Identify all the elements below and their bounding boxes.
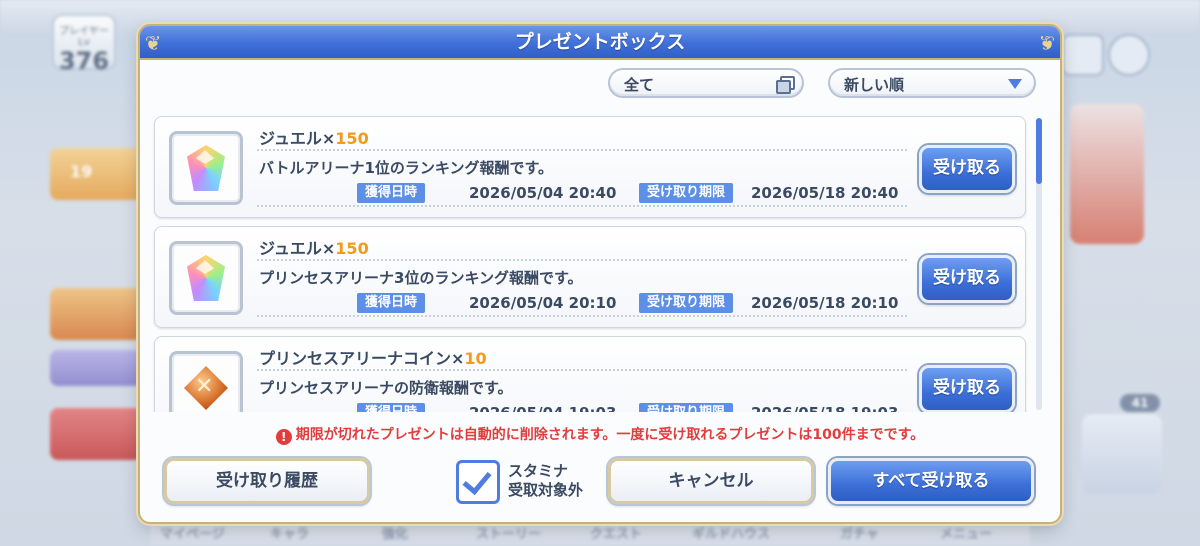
expiry-date-label: 受け取り期限 <box>639 293 734 313</box>
present-item-title: ジュエル×150 <box>259 235 369 259</box>
stamina-checkbox[interactable] <box>456 460 500 504</box>
filter-select-label: 全て <box>624 76 655 94</box>
claim-button[interactable]: 受け取る <box>919 145 1015 193</box>
present-item-quantity: 150 <box>335 129 369 148</box>
acquired-date-label: 獲得日時 <box>357 293 426 313</box>
background-right-column: 41 <box>1062 24 1192 524</box>
background-banner-2 <box>50 288 142 340</box>
sort-select-label: 新しい順 <box>844 76 905 94</box>
princess-arena-coin-icon: ✕ <box>169 351 243 412</box>
sort-select[interactable]: 新しい順 <box>828 68 1036 98</box>
present-item-description: プリンセスアリーナの防衛報酬です。 <box>259 379 513 397</box>
nav-guildhouse: ギルドハウス <box>692 527 771 542</box>
stamina-label-line1: スタミナ <box>508 462 569 480</box>
present-item-quantity: 150 <box>335 239 369 258</box>
present-item-title: プリンセスアリーナコイン×10 <box>259 345 487 369</box>
background-banner-3 <box>50 408 142 460</box>
divider <box>257 315 907 317</box>
present-item: ジュエル×150 バトルアリーナ1位のランキング報酬です。 獲得日時 2026/… <box>154 116 1026 218</box>
player-level-label: プレイヤーLv <box>59 26 109 48</box>
filter-select[interactable]: 全て <box>608 68 804 98</box>
nav-story: ストーリー <box>476 527 542 542</box>
divider <box>257 369 907 371</box>
jewel-icon <box>169 131 243 205</box>
nav-enhance: 強化 <box>382 527 409 542</box>
nav-menu: メニュー <box>940 527 993 542</box>
present-item: ✕ プリンセスアリーナコイン×10 プリンセスアリーナの防衛報酬です。 獲得日時… <box>154 336 1026 412</box>
history-button[interactable]: 受け取り履歴 <box>164 458 370 504</box>
present-item-name: ジュエル× <box>259 129 336 148</box>
expiry-date-value: 2026/05/18 20:10 <box>751 294 899 312</box>
expiry-date-label: 受け取り期限 <box>639 403 734 412</box>
acquired-date-label: 獲得日時 <box>357 403 426 412</box>
present-item-quantity: 10 <box>464 349 487 368</box>
present-list[interactable]: ジュエル×150 バトルアリーナ1位のランキング報酬です。 獲得日時 2026/… <box>152 112 1030 412</box>
expiry-date-value: 2026/05/18 20:40 <box>751 184 899 202</box>
dropdown-arrow-icon <box>1008 79 1022 89</box>
present-item-name: プリンセスアリーナコイン× <box>259 349 465 368</box>
cancel-button[interactable]: キャンセル <box>608 458 814 504</box>
nav-chara: キャラ <box>270 527 310 542</box>
acquired-date-value: 2026/05/04 20:10 <box>469 294 617 312</box>
nav-quest: クエスト <box>590 527 643 542</box>
player-level-badge: プレイヤーLv 376 <box>52 14 116 74</box>
player-level-value: 376 <box>58 47 110 75</box>
present-item: ジュエル×150 プリンセスアリーナ3位のランキング報酬です。 獲得日時 202… <box>154 226 1026 328</box>
background-event-banner: 19 <box>50 148 142 200</box>
nav-gacha: ガチャ <box>840 527 879 542</box>
acquired-date-value: 2026/05/04 19:03 <box>469 403 616 412</box>
claim-all-button[interactable]: すべて受け取る <box>828 458 1034 504</box>
claim-button[interactable]: 受け取る <box>919 365 1015 412</box>
dialog-header: ❦ ❦ プレゼントボックス <box>140 26 1060 60</box>
stamina-exclude-toggle[interactable]: スタミナ 受取対象外 <box>456 458 606 506</box>
nav-mypage: マイページ <box>160 527 225 542</box>
present-item-description: バトルアリーナ1位のランキング報酬です。 <box>259 159 553 177</box>
dialog-title: プレゼントボックス <box>514 31 686 53</box>
warning-icon: ! <box>275 429 292 445</box>
background-left-column: 19 <box>50 88 146 528</box>
background-present-icon <box>1082 414 1162 494</box>
background-gw-banner <box>50 350 142 386</box>
divider <box>257 205 907 207</box>
present-item-name: ジュエル× <box>259 239 336 258</box>
present-item-description: プリンセスアリーナ3位のランキング報酬です。 <box>259 269 583 287</box>
divider <box>257 259 907 261</box>
background-badge-19: 19 <box>70 162 93 181</box>
background-character-art <box>1070 104 1144 244</box>
acquired-date-label: 獲得日時 <box>357 183 426 203</box>
window-stack-icon <box>776 76 795 94</box>
jewel-icon <box>169 241 243 315</box>
stamina-label: スタミナ 受取対象外 <box>508 462 583 500</box>
claim-button[interactable]: 受け取る <box>919 255 1015 303</box>
expiry-date-value: 2026/05/18 19:03 <box>751 403 898 412</box>
background-expand-icon <box>1108 34 1150 76</box>
present-item-title: ジュエル×150 <box>259 125 369 149</box>
expiry-notice-text: 期限が切れたプレゼントは自動的に削除されます。一度に受け取れるプレゼントは100… <box>295 427 925 443</box>
divider <box>257 149 907 151</box>
scrollbar-thumb[interactable] <box>1036 118 1042 184</box>
present-box-dialog: ❦ ❦ プレゼントボックス 全て 新しい順 ジュエル×150 バトルアリーナ1位… <box>140 26 1060 522</box>
acquired-date-value: 2026/05/04 20:40 <box>469 184 617 202</box>
expiry-date-label: 受け取り期限 <box>639 183 734 203</box>
background-present-badge: 41 <box>1120 394 1160 412</box>
background-menu-icon <box>1062 34 1104 76</box>
expiry-notice: ! 期限が切れたプレゼントは自動的に削除されます。一度に受け取れるプレゼントは10… <box>140 424 1060 445</box>
stamina-label-line2: 受取対象外 <box>508 481 584 499</box>
checkmark-icon <box>462 464 492 496</box>
coin-cross-icon: ✕ <box>195 374 214 399</box>
